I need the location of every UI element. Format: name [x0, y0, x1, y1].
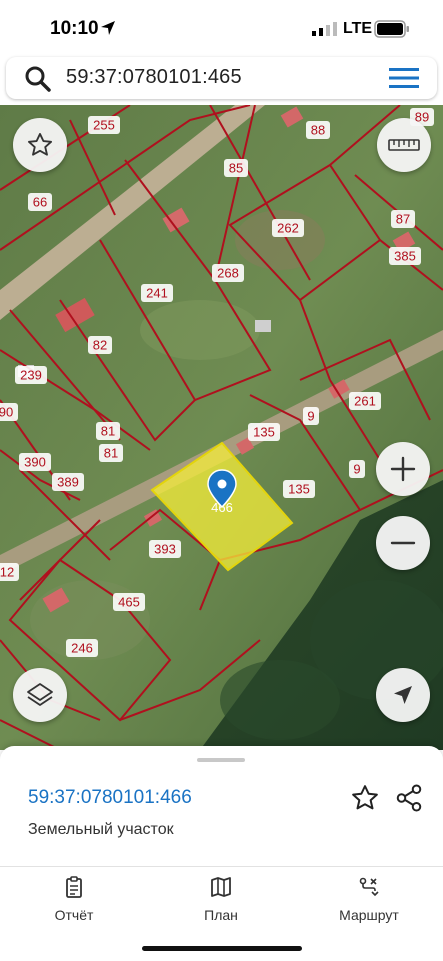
parcel-number-label[interactable]: 389	[57, 475, 79, 490]
minus-icon	[390, 541, 416, 545]
parcel-number-label[interactable]: 12	[0, 565, 14, 580]
parcel-number-label[interactable]: 90	[0, 405, 13, 420]
parcel-number-label[interactable]: 390	[24, 455, 46, 470]
layers-button[interactable]	[13, 668, 67, 722]
tab-route[interactable]: Маршрут	[314, 875, 424, 923]
parcel-number-label[interactable]: 465	[118, 595, 140, 610]
layers-icon	[27, 683, 53, 706]
parcel-number-label[interactable]: 246	[71, 641, 93, 656]
navigation-arrow-icon	[394, 686, 412, 704]
parcel-number-label[interactable]: 66	[33, 195, 47, 210]
ruler-button[interactable]	[377, 118, 431, 172]
search-input[interactable]: 59:37:0780101:465	[66, 66, 242, 89]
parcel-number-label[interactable]: 9	[307, 409, 314, 424]
parcel-number-label[interactable]: 268	[217, 266, 239, 281]
plus-icon	[390, 456, 416, 482]
map-canvas[interactable]: 255 8889668526287385268241822399081813903…	[0, 105, 443, 750]
route-icon	[359, 877, 379, 897]
parcel-number-label[interactable]: 262	[277, 221, 299, 236]
location-arrow-icon	[101, 21, 115, 35]
ruler-icon	[388, 139, 420, 151]
search-bar[interactable]: 59:37:0780101:465	[6, 57, 437, 99]
parcel-number-label[interactable]: 81	[101, 424, 115, 439]
zoom-in-button[interactable]	[376, 442, 430, 496]
parcel-number-label[interactable]: 85	[229, 161, 243, 176]
parcel-number-label[interactable]: 88	[311, 123, 325, 138]
menu-icon[interactable]	[388, 66, 420, 90]
parcel-number-label[interactable]: 81	[104, 446, 118, 461]
network-type: LTE	[343, 20, 373, 37]
signal-icon	[312, 22, 337, 36]
parcel-number-label[interactable]: 261	[354, 394, 376, 409]
parcel-cadastral-number[interactable]: 59:37:0780101:466	[28, 787, 192, 809]
tab-plan-label: План	[204, 907, 238, 923]
tab-report[interactable]: Отчёт	[19, 875, 129, 923]
share-icon[interactable]	[394, 783, 424, 813]
parcel-number-label[interactable]: 239	[20, 368, 42, 383]
my-location-button[interactable]	[376, 668, 430, 722]
parcel-number-label[interactable]: 135	[253, 425, 275, 440]
parcel-number-label[interactable]: 241	[146, 286, 168, 301]
parcel-number-label[interactable]: 255	[93, 118, 115, 133]
favorites-button[interactable]	[13, 118, 67, 172]
parcel-number-label[interactable]: 385	[394, 249, 416, 264]
parcel-info-sheet[interactable]: 59:37:0780101:466 Земельный участок	[0, 746, 443, 866]
tab-route-label: Маршрут	[339, 907, 399, 923]
status-bar: 10:10 LTE	[0, 0, 443, 56]
search-icon[interactable]	[24, 65, 52, 93]
map-icon	[211, 877, 231, 897]
favorite-star-icon[interactable]	[350, 783, 380, 813]
zoom-out-button[interactable]	[376, 516, 430, 570]
parcel-type: Земельный участок	[28, 821, 174, 838]
sheet-drag-handle[interactable]	[197, 758, 245, 762]
star-icon	[27, 132, 53, 156]
tab-report-label: Отчёт	[54, 907, 94, 923]
parcel-number-label[interactable]: 9	[353, 462, 360, 477]
battery-icon	[374, 20, 409, 38]
status-time: 10:10	[50, 18, 99, 39]
home-indicator	[142, 946, 302, 951]
parcel-number-label[interactable]: 82	[93, 338, 107, 353]
parcel-number-label[interactable]: 135	[288, 482, 310, 497]
clipboard-icon	[66, 876, 82, 898]
cadastral-map[interactable]: 255 88 89 66 85 262 87 385 268 241 82 239 90 81 81 390 3…	[0, 105, 443, 750]
parcel-number-label[interactable]: 393	[154, 542, 176, 557]
tab-plan[interactable]: План	[166, 875, 276, 923]
parcel-number-label[interactable]: 87	[396, 212, 410, 227]
